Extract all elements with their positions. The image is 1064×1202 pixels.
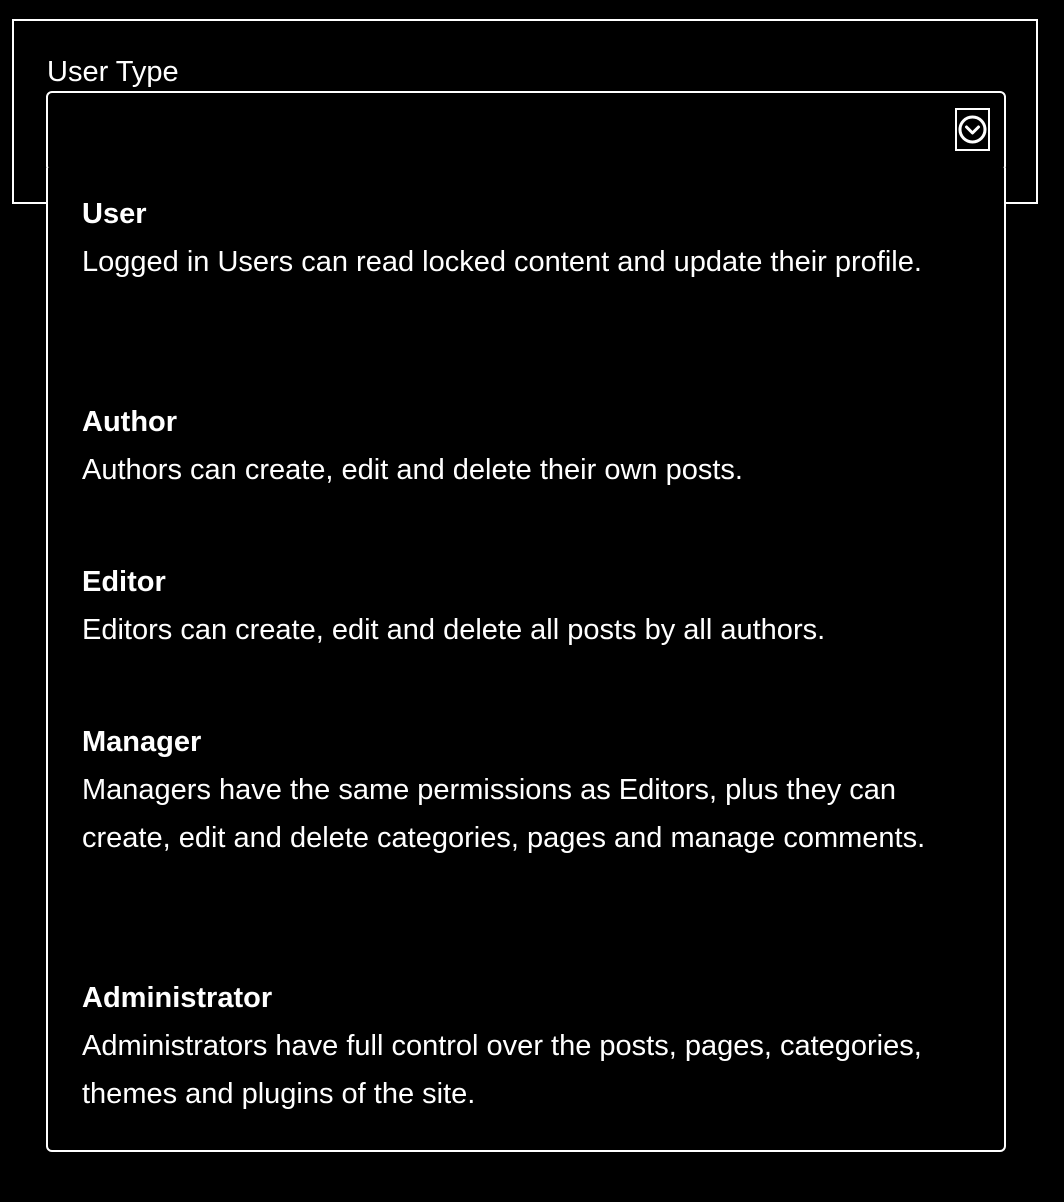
option-author[interactable]: Author Authors can create, edit and dele… (82, 398, 952, 494)
option-description: Managers have the same permissions as Ed… (82, 774, 926, 854)
option-description: Administrators have full control over th… (82, 1030, 922, 1110)
option-title: Author (82, 406, 178, 438)
dropdown-toggle-button[interactable] (955, 108, 990, 151)
option-title: Editor (82, 566, 166, 598)
option-description: Authors can create, edit and delete thei… (82, 454, 743, 486)
chevron-down-circle-icon (958, 115, 987, 144)
user-type-label: User Type (47, 56, 179, 88)
option-editor[interactable]: Editor Editors can create, edit and dele… (82, 558, 952, 654)
user-type-options-listbox: User Logged in Users can read locked con… (46, 168, 1006, 1152)
user-type-select[interactable] (46, 91, 1006, 172)
option-description: Logged in Users can read locked content … (82, 246, 922, 278)
option-title: User (82, 198, 147, 230)
option-title: Manager (82, 726, 202, 758)
option-description: Editors can create, edit and delete all … (82, 614, 826, 646)
option-administrator[interactable]: Administrator Administrators have full c… (82, 974, 952, 1118)
option-manager[interactable]: Manager Managers have the same permissio… (82, 718, 952, 862)
option-user[interactable]: User Logged in Users can read locked con… (82, 190, 952, 286)
option-title: Administrator (82, 982, 273, 1014)
